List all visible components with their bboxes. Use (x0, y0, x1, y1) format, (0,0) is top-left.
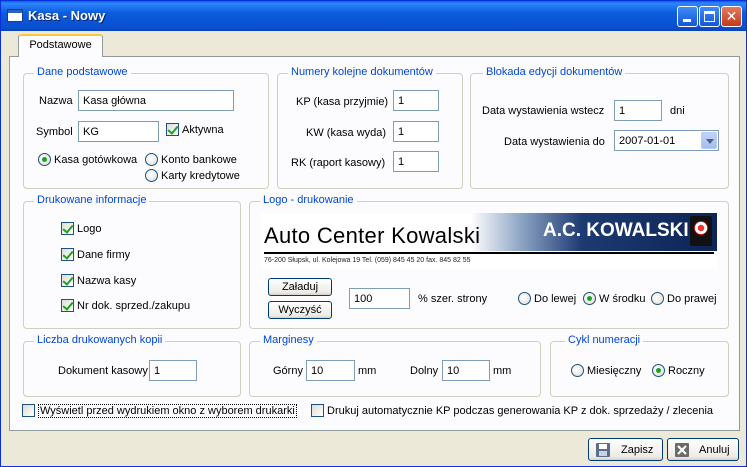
align-left-radio[interactable] (518, 292, 531, 305)
active-label: Aktywna (182, 124, 224, 136)
margin-top-unit: mm (358, 365, 377, 377)
maximize-button[interactable] (699, 6, 720, 27)
symbol-input[interactable]: KG (78, 121, 159, 142)
logo-rule (264, 252, 714, 254)
margin-top-label: Górny (273, 365, 303, 377)
cancel-button[interactable]: Anuluj (667, 438, 739, 461)
group-legend: Liczba drukowanych kopii (34, 334, 166, 346)
symbol-label: Symbol (36, 126, 73, 138)
minimize-icon (683, 19, 691, 22)
floppy-disk-icon (596, 443, 610, 457)
logo-width-input[interactable]: 100 (349, 288, 410, 309)
logo-width-label: % szer. strony (418, 293, 488, 305)
align-right-label: Do prawej (667, 293, 717, 305)
align-center-radio[interactable] (583, 292, 596, 305)
group-legend: Dane podstawowe (34, 66, 131, 78)
print-doc-number-checkbox[interactable] (61, 299, 74, 312)
kp-label: KP (kasa przyjmie) (296, 96, 389, 108)
margin-bottom-unit: mm (493, 365, 512, 377)
logo-emblem-icon (690, 216, 712, 246)
name-input[interactable]: Kasa główna (78, 90, 234, 111)
type-cards-label: Karty kredytowe (161, 170, 240, 182)
show-printer-dialog-checkbox[interactable] (22, 404, 35, 417)
auto-print-kp-checkbox[interactable] (311, 404, 324, 417)
logo-company-name: Auto Center Kowalski (264, 223, 481, 248)
print-logo-label: Logo (77, 223, 102, 235)
margin-bottom-label: Dolny (410, 365, 439, 377)
chevron-down-icon[interactable] (701, 132, 717, 149)
date-to-label: Data wystawienia do (504, 136, 605, 148)
group-legend: Cykl numeracji (565, 334, 644, 346)
type-cash-label: Kasa gotówkowa (54, 154, 138, 166)
group-legend: Drukowane informacje (34, 194, 150, 206)
cycle-yearly-radio[interactable] (652, 364, 665, 377)
save-button[interactable]: Zapisz (588, 438, 663, 461)
kw-label: KW (kasa wyda) (306, 127, 387, 139)
doc-copies-input[interactable]: 1 (149, 360, 197, 381)
show-printer-dialog-label: Wyświetl przed wydrukiem okno z wyborem … (38, 404, 297, 418)
type-bank-label: Konto bankowe (161, 154, 237, 166)
days-back-label: Data wystawienia wstecz (482, 105, 605, 117)
group-legend: Marginesy (260, 334, 317, 346)
maximize-icon (704, 11, 715, 22)
minimize-button[interactable] (677, 6, 698, 27)
kw-input[interactable]: 1 (393, 121, 439, 142)
auto-print-kp-label: Drukuj automatycznie KP podczas generowa… (327, 405, 714, 417)
load-logo-button[interactable]: Załaduj (268, 278, 332, 296)
print-doc-number-label: Nr dok. sprzed./zakupu (77, 300, 191, 312)
print-cash-name-label: Nazwa kasy (77, 275, 137, 287)
margin-bottom-input[interactable]: 10 (442, 360, 490, 381)
logo-brand-text: A.C. KOWALSKI (543, 220, 689, 241)
cycle-yearly-label: Roczny (668, 365, 705, 377)
doc-copies-label: Dokument kasowy (58, 365, 148, 377)
logo-address: 76-200 Słupsk, ul. Kolejowa 19 Tel. (059… (264, 257, 471, 264)
window-title: Kasa - Nowy (28, 8, 106, 23)
kp-input[interactable]: 1 (393, 90, 439, 111)
close-button[interactable]: ✕ (721, 6, 742, 27)
date-to-value: 2007-01-01 (619, 135, 676, 147)
type-bank-radio[interactable] (145, 153, 158, 166)
margin-top-input[interactable]: 10 (306, 360, 355, 381)
group-legend: Logo - drukowanie (260, 194, 357, 206)
type-cash-radio[interactable] (38, 153, 51, 166)
days-back-input[interactable]: 1 (614, 100, 662, 121)
align-right-radio[interactable] (651, 292, 664, 305)
dialog-window: Kasa - Nowy ✕ Podstawowe Dane podstawowe… (0, 0, 747, 467)
logo-preview: Auto Center Kowalski A.C. KOWALSKI 76-20… (261, 213, 717, 269)
print-company-label: Dane firmy (77, 249, 131, 261)
rk-input[interactable]: 1 (393, 151, 439, 172)
window-icon (7, 9, 23, 22)
print-company-checkbox[interactable] (61, 248, 74, 261)
print-logo-checkbox[interactable] (61, 222, 74, 235)
title-bar[interactable]: Kasa - Nowy ✕ (1, 1, 746, 31)
cancel-button-label: Anuluj (699, 444, 730, 456)
group-legend: Blokada edycji dokumentów (483, 66, 626, 78)
save-button-label: Zapisz (621, 444, 654, 456)
rk-label: RK (raport kasowy) (291, 157, 386, 169)
days-unit-label: dni (670, 105, 685, 117)
clear-logo-button[interactable]: Wyczyść (268, 301, 332, 319)
name-label: Nazwa (39, 95, 73, 107)
date-to-combo[interactable]: 2007-01-01 (614, 130, 719, 151)
tab-podstawowe[interactable]: Podstawowe (18, 34, 103, 57)
group-legend: Numery kolejne dokumentów (288, 66, 436, 78)
cycle-monthly-radio[interactable] (571, 364, 584, 377)
active-checkbox[interactable] (166, 123, 179, 136)
cycle-monthly-label: Miesięczny (587, 365, 642, 377)
align-left-label: Do lewej (534, 293, 577, 305)
align-center-label: W środku (599, 293, 646, 305)
print-cash-name-checkbox[interactable] (61, 274, 74, 287)
close-x-icon (675, 443, 689, 457)
type-cards-radio[interactable] (145, 169, 158, 182)
close-icon: ✕ (725, 8, 738, 24)
